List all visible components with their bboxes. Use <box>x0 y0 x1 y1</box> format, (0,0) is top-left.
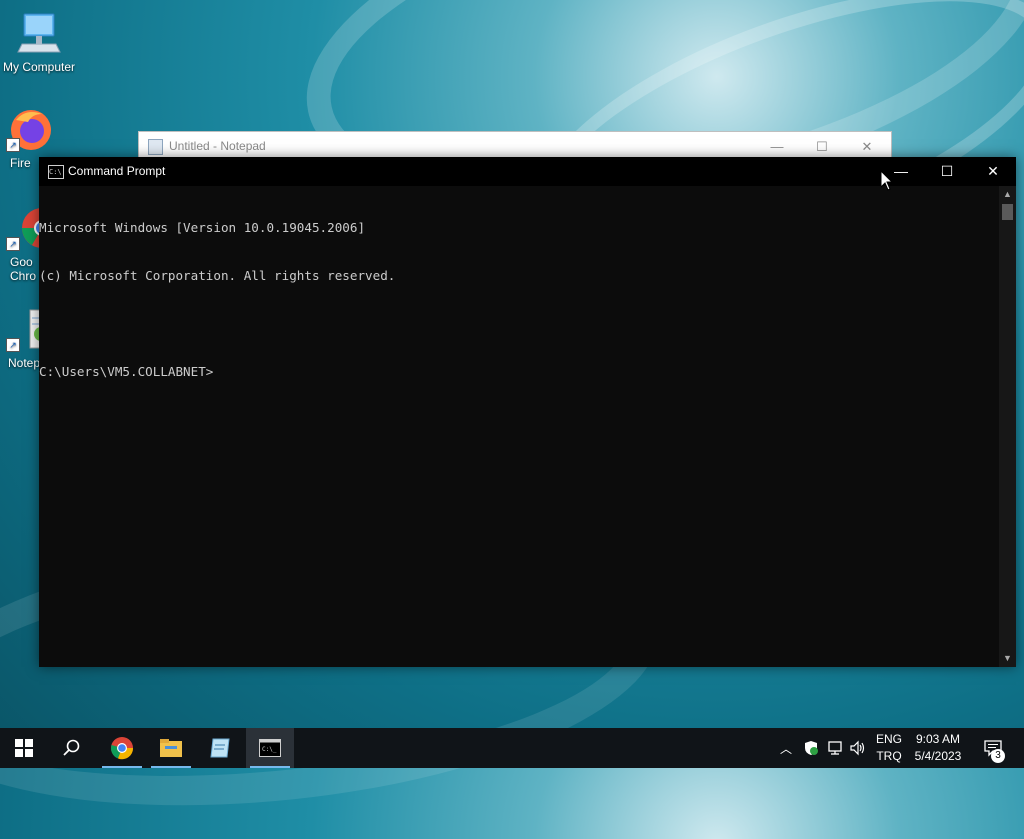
chrome-icon <box>111 737 134 760</box>
network-icon <box>828 741 842 755</box>
shortcut-arrow-icon: ↗ <box>6 237 20 251</box>
chevron-up-icon: ︿ <box>779 741 792 756</box>
maximize-icon: ☐ <box>940 163 954 179</box>
minimize-icon: — <box>770 139 784 154</box>
console-line: (c) Microsoft Corporation. All rights re… <box>39 268 396 283</box>
desktop-icon-label: My Computer <box>2 60 76 74</box>
search-icon <box>63 739 80 756</box>
notepad-minimize-button[interactable]: — <box>757 136 797 158</box>
taskbar-notepad[interactable] <box>196 728 244 768</box>
action-center-button[interactable] <box>978 728 1008 768</box>
minimize-icon: — <box>894 163 908 179</box>
scroll-down-icon[interactable]: ▼ <box>999 650 1016 667</box>
svg-text:C:\_: C:\_ <box>262 746 277 753</box>
maximize-button[interactable]: ☐ <box>924 157 970 186</box>
close-icon: ✕ <box>987 163 999 179</box>
taskbar-file-explorer[interactable] <box>147 728 195 768</box>
clock-time: 9:03 AM <box>915 732 961 746</box>
taskbar-chrome[interactable] <box>98 728 146 768</box>
shortcut-arrow-icon: ↗ <box>6 338 20 352</box>
input-language-button[interactable]: ENG TRQ <box>870 731 908 765</box>
file-explorer-icon <box>160 739 182 757</box>
console-line: Microsoft Windows [Version 10.0.19045.20… <box>39 220 366 235</box>
command-prompt-window[interactable]: C:\ Command Prompt — ☐ ✕ Microsoft Windo… <box>39 157 1016 667</box>
notepad-icon <box>148 139 163 155</box>
console-output[interactable]: Microsoft Windows [Version 10.0.19045.20… <box>39 188 997 662</box>
volume-tray-button[interactable] <box>847 728 869 768</box>
shield-icon <box>805 741 818 755</box>
search-button[interactable] <box>48 728 96 768</box>
command-prompt-icon: C:\_ <box>259 739 281 757</box>
scroll-up-icon[interactable]: ▲ <box>999 186 1016 203</box>
notepad-icon <box>210 738 230 758</box>
computer-icon <box>16 10 62 56</box>
show-hidden-icons-button[interactable]: ︿ <box>776 728 796 768</box>
vertical-scrollbar[interactable]: ▲ ▼ <box>999 186 1016 667</box>
security-tray-button[interactable] <box>800 728 822 768</box>
notification-count-badge: 3 <box>991 749 1005 763</box>
network-tray-button[interactable] <box>824 728 846 768</box>
keyboard-layout: TRQ <box>876 749 902 763</box>
clock-button[interactable]: 9:03 AM 5/4/2023 <box>906 731 970 765</box>
scroll-thumb[interactable] <box>1002 204 1013 220</box>
start-button[interactable] <box>0 728 48 768</box>
console-prompt: C:\Users\VM5.COLLABNET> <box>39 364 214 379</box>
notepad-close-button[interactable]: ✕ <box>847 136 887 158</box>
command-prompt-titlebar[interactable]: C:\ Command Prompt — ☐ ✕ <box>39 157 1016 186</box>
shortcut-arrow-icon: ↗ <box>6 138 20 152</box>
close-icon: ✕ <box>861 139 873 154</box>
clock-date: 5/4/2023 <box>914 749 962 763</box>
windows-start-icon <box>15 739 33 757</box>
language-code: ENG <box>875 732 902 746</box>
desktop-icon-my-computer[interactable]: My Computer <box>0 10 78 74</box>
notepad-title: Untitled - Notepad <box>169 139 266 153</box>
taskbar-command-prompt[interactable]: C:\_ <box>246 728 294 768</box>
window-title: Command Prompt <box>68 164 166 178</box>
close-button[interactable]: ✕ <box>970 157 1016 186</box>
notepad-maximize-button[interactable]: ☐ <box>802 136 842 158</box>
taskbar: C:\_ ︿ ENG TRQ 9:03 AM 5/4/2023 <box>0 728 1024 768</box>
firefox-icon: ↗ <box>6 106 52 152</box>
command-prompt-icon: C:\ <box>48 165 64 179</box>
maximize-icon: ☐ <box>816 139 828 154</box>
speaker-icon <box>850 740 865 756</box>
